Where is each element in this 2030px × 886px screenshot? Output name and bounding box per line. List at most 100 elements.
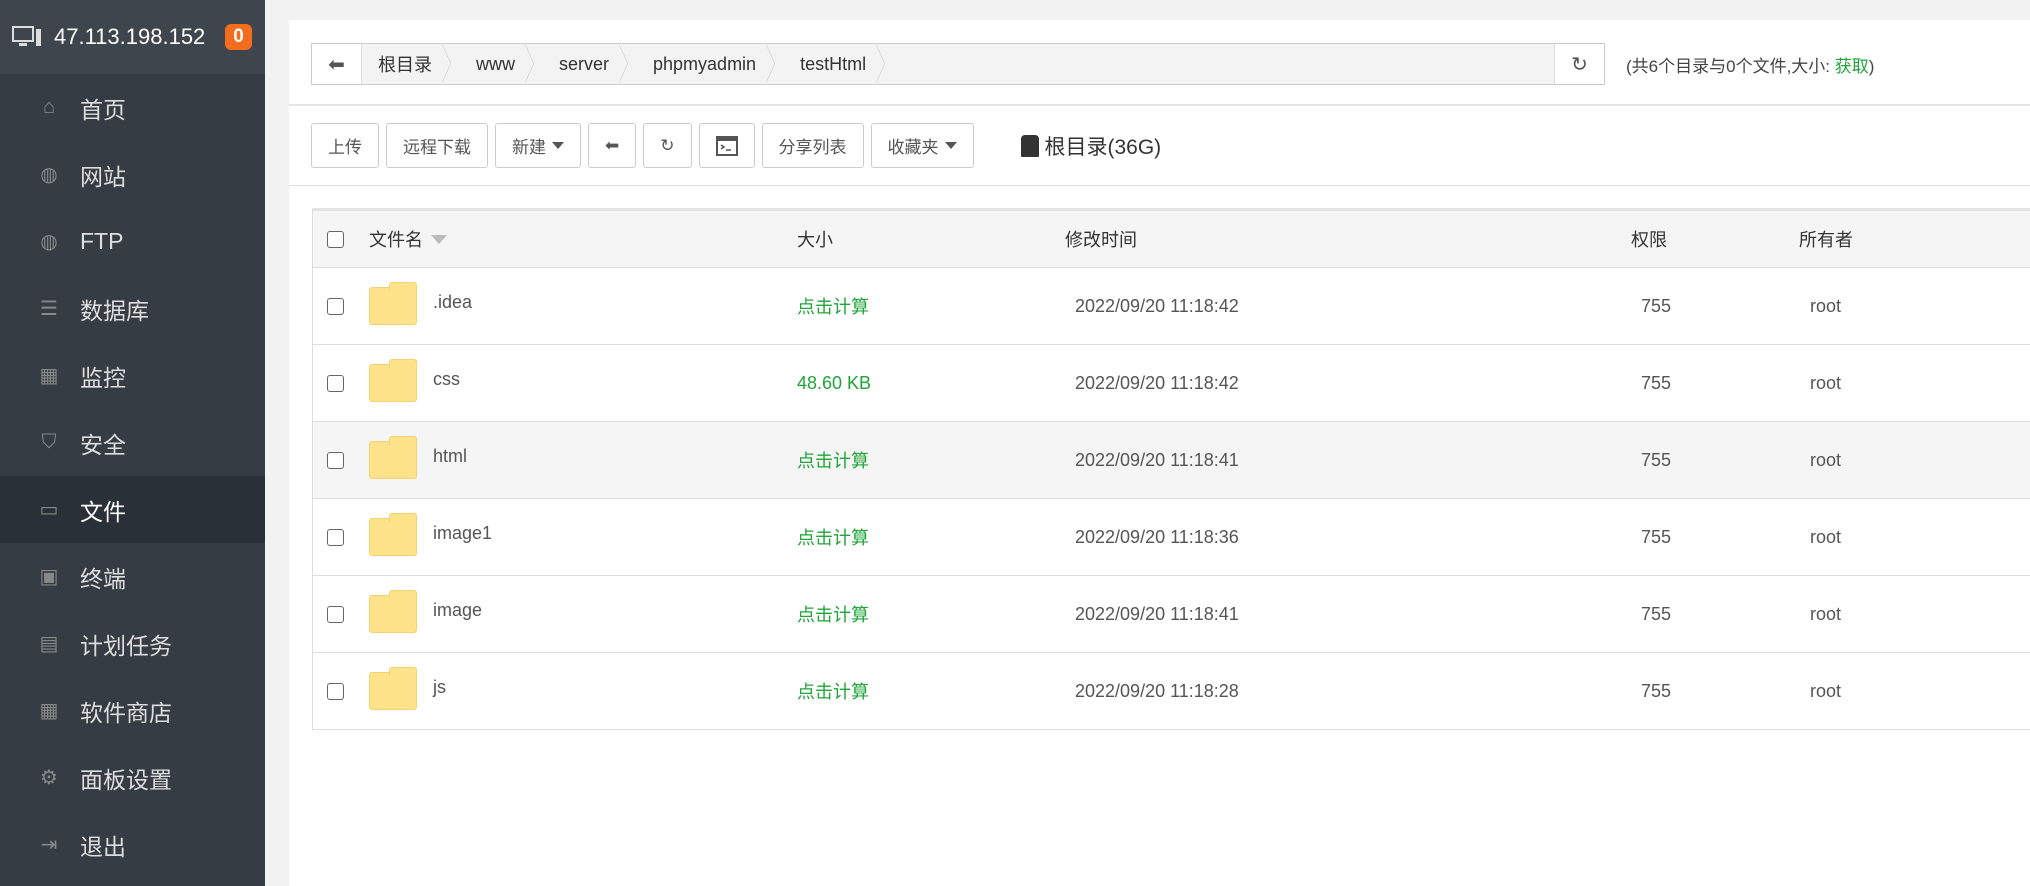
upload-button[interactable]: 上传 <box>311 123 379 168</box>
breadcrumb-item[interactable]: testHtml <box>784 44 894 84</box>
terminal-icon: ▣ <box>39 566 59 588</box>
table-row[interactable]: image 点击计算 2022/09/20 11:18:41 755 root <box>313 575 2030 652</box>
permission[interactable]: 755 <box>1641 450 1671 471</box>
sidebar-item-label: 终端 <box>80 565 126 592</box>
header-owner[interactable]: 所有者 <box>1799 226 1853 252</box>
remote-download-button[interactable]: 远程下载 <box>386 123 488 168</box>
breadcrumb: ⬅ 根目录 www server phpmyadmin testHtml ↻ <box>311 43 1605 85</box>
grid-icon: ▦ <box>39 700 59 722</box>
row-checkbox[interactable] <box>327 682 344 700</box>
breadcrumb-item[interactable]: server <box>543 44 637 84</box>
file-name[interactable]: image1 <box>433 523 492 544</box>
file-name[interactable]: .idea <box>433 292 472 313</box>
row-checkbox[interactable] <box>327 451 344 469</box>
owner[interactable]: root <box>1810 604 1841 625</box>
sidebar-item-5[interactable]: ⛉ 安全 <box>0 409 265 476</box>
permission[interactable]: 755 <box>1641 681 1671 702</box>
calendar-icon: ▤ <box>39 633 59 655</box>
table-row[interactable]: html 点击计算 2022/09/20 11:18:41 755 root <box>313 421 2030 498</box>
folder-icon <box>369 436 417 479</box>
owner[interactable]: root <box>1810 296 1841 317</box>
select-all-checkbox[interactable] <box>327 230 344 248</box>
notification-badge[interactable]: 0 <box>225 24 252 50</box>
modified-time: 2022/09/20 11:18:42 <box>1075 295 1239 316</box>
back-arrow-icon[interactable]: ⬅ <box>312 44 362 84</box>
back-button[interactable]: ⬅ <box>588 123 637 168</box>
get-size-link[interactable]: 获取 <box>1835 57 1869 76</box>
row-checkbox[interactable] <box>327 528 344 546</box>
sidebar-item-4[interactable]: ▦ 监控 <box>0 342 265 409</box>
file-size[interactable]: 点击计算 <box>797 601 869 627</box>
hard-drive-icon <box>1020 134 1039 157</box>
file-size[interactable]: 48.60 KB <box>797 373 871 394</box>
owner[interactable]: root <box>1810 681 1841 702</box>
file-name-cell[interactable]: image <box>369 590 482 633</box>
file-name[interactable]: css <box>433 369 460 390</box>
file-name-cell[interactable]: js <box>369 667 446 710</box>
sidebar-item-label: 监控 <box>80 364 126 391</box>
directory-summary: (共6个目录与0个文件,大小: 获取) <box>1626 52 1874 77</box>
sidebar-item-0[interactable]: ⌂ 首页 <box>0 74 265 141</box>
sidebar-item-7[interactable]: ▣ 终端 <box>0 543 265 610</box>
header-time[interactable]: 修改时间 <box>1065 226 1137 252</box>
sidebar-item-11[interactable]: ⇥ 退出 <box>0 811 265 878</box>
favorites-dropdown-button[interactable]: 收藏夹 <box>870 123 974 168</box>
file-size[interactable]: 点击计算 <box>797 447 869 473</box>
folder-icon <box>369 667 417 710</box>
header-size[interactable]: 大小 <box>797 226 833 252</box>
permission[interactable]: 755 <box>1641 527 1671 548</box>
ftp-icon: ◍ <box>40 231 58 253</box>
path-input[interactable] <box>894 44 1554 84</box>
table-row[interactable]: css 48.60 KB 2022/09/20 11:18:42 755 roo… <box>313 344 2030 421</box>
file-name[interactable]: js <box>433 677 446 698</box>
file-table: 文件名 大小 修改时间 权限 所有者 .idea 点击计算 2022/09/20… <box>312 208 2030 730</box>
file-size[interactable]: 点击计算 <box>797 678 869 704</box>
file-size[interactable]: 点击计算 <box>797 524 869 550</box>
refresh-button[interactable]: ↻ <box>643 123 692 168</box>
sidebar-item-3[interactable]: ☰ 数据库 <box>0 275 265 342</box>
header-perm[interactable]: 权限 <box>1631 226 1667 252</box>
file-name[interactable]: image <box>433 600 482 621</box>
breadcrumb-item[interactable]: 根目录 <box>362 44 460 84</box>
table-row[interactable]: .idea 点击计算 2022/09/20 11:18:42 755 root <box>313 267 2030 344</box>
file-name-cell[interactable]: html <box>369 436 467 479</box>
divider <box>289 104 2030 106</box>
file-manager-panel: ⬅ 根目录 www server phpmyadmin testHtml ↻ (共6个目… <box>289 20 2030 886</box>
permission[interactable]: 755 <box>1641 604 1671 625</box>
breadcrumb-item[interactable]: phpmyadmin <box>637 44 784 84</box>
row-checkbox[interactable] <box>327 297 344 315</box>
disk-root-button[interactable]: 根目录(36G) <box>1020 131 1161 161</box>
sidebar-item-6[interactable]: ▭ 文件 <box>0 476 265 543</box>
share-list-button[interactable]: 分享列表 <box>761 123 864 168</box>
table-row[interactable]: js 点击计算 2022/09/20 11:18:28 755 root <box>313 652 2030 729</box>
folder-icon: ▭ <box>39 499 59 521</box>
table-row[interactable]: image1 点击计算 2022/09/20 11:18:36 755 root <box>313 498 2030 575</box>
file-name-cell[interactable]: css <box>369 359 460 402</box>
toolbar: 上传 远程下载 新建 ⬅ ↻ 分享列表 收藏夹 根目录(36G) <box>311 123 1161 168</box>
permission[interactable]: 755 <box>1641 296 1671 317</box>
row-checkbox[interactable] <box>327 374 344 392</box>
divider <box>289 185 2030 186</box>
refresh-icon[interactable]: ↻ <box>1554 44 1604 84</box>
file-name-cell[interactable]: .idea <box>369 282 472 325</box>
sidebar-item-10[interactable]: ⚙ 面板设置 <box>0 744 265 811</box>
row-checkbox[interactable] <box>327 605 344 623</box>
sidebar-item-2[interactable]: ◍ FTP <box>0 208 265 275</box>
sidebar-item-1[interactable]: ◍ 网站 <box>0 141 265 208</box>
owner[interactable]: root <box>1810 527 1841 548</box>
sidebar-item-9[interactable]: ▦ 软件商店 <box>0 677 265 744</box>
owner[interactable]: root <box>1810 373 1841 394</box>
new-dropdown-button[interactable]: 新建 <box>495 123 581 168</box>
sidebar-item-label: 文件 <box>80 498 126 525</box>
permission[interactable]: 755 <box>1641 373 1671 394</box>
file-name-cell[interactable]: image1 <box>369 513 492 556</box>
file-name[interactable]: html <box>433 446 467 467</box>
header-name[interactable]: 文件名 <box>369 226 447 252</box>
sidebar-item-8[interactable]: ▤ 计划任务 <box>0 610 265 677</box>
modified-time: 2022/09/20 11:18:42 <box>1075 372 1239 393</box>
new-label: 新建 <box>512 138 546 157</box>
terminal-button[interactable] <box>698 123 755 168</box>
owner[interactable]: root <box>1810 450 1841 471</box>
file-size[interactable]: 点击计算 <box>797 293 869 319</box>
breadcrumb-item[interactable]: www <box>460 44 543 84</box>
